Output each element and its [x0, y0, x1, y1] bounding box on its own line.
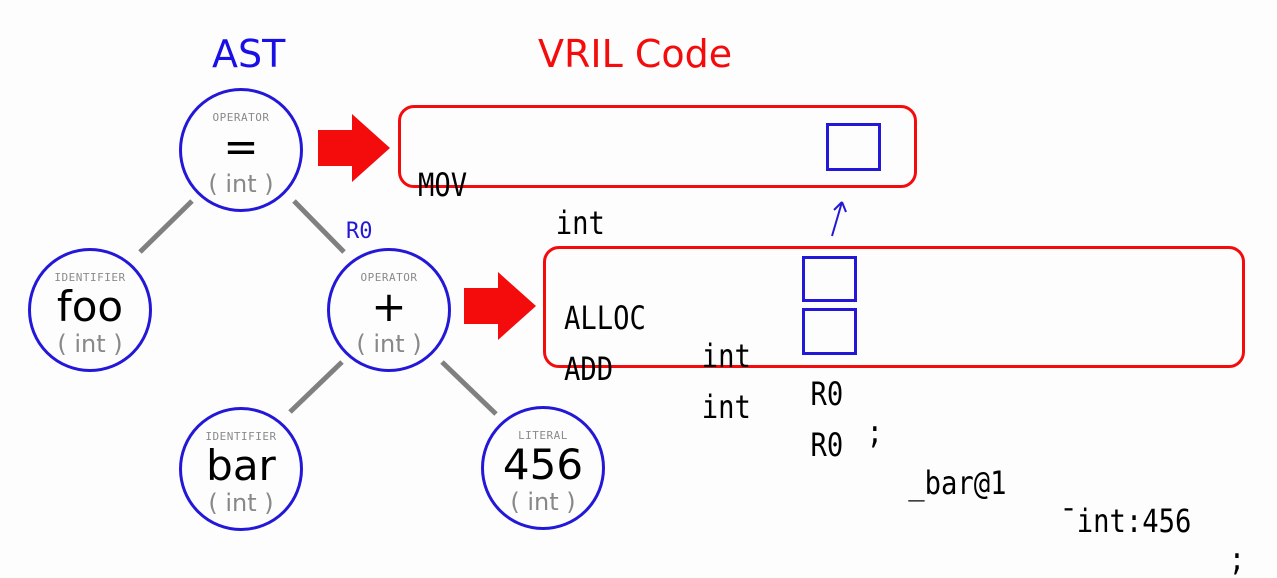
code-block-add: [543, 246, 1245, 368]
code-line-add: ADD int R0 _bar@1 ¯int:456 ;: [564, 312, 1245, 578]
register-annotation: R0: [346, 219, 373, 244]
edge-assign-foo: [138, 199, 194, 254]
type-token: int: [701, 388, 751, 426]
ast-node-bar: IDENTIFIER bar ( int ): [179, 407, 303, 531]
node-label: foo: [56, 282, 124, 331]
node-type: ( int ): [208, 489, 274, 517]
right-arrow-icon: [464, 272, 536, 340]
node-type: ( int ): [57, 330, 123, 358]
edge-plus-bar: [288, 360, 344, 414]
opcode: ADD: [564, 350, 614, 388]
register-highlight-box: [826, 123, 881, 171]
code-line-mov: MOV int _foo@0 R0 ;: [418, 128, 902, 356]
edge-assign-plus: [292, 199, 346, 254]
terminator: ;: [1228, 540, 1246, 578]
operand: _bar@1: [908, 464, 1007, 502]
register-highlight-box: [802, 256, 857, 302]
operand: ¯int:456: [1060, 502, 1192, 540]
edge-plus-literal: [440, 360, 498, 416]
node-type: ( int ): [208, 170, 274, 198]
node-label: bar: [206, 441, 276, 490]
register-token: R0: [810, 375, 844, 413]
opcode: MOV: [418, 166, 468, 204]
node-label: =: [223, 122, 259, 171]
type-token: int: [555, 204, 605, 242]
type-token: int: [701, 337, 751, 375]
register-token: R0: [810, 426, 844, 464]
ast-node-foo: IDENTIFIER foo ( int ): [28, 248, 152, 372]
up-arrow-icon: [831, 201, 847, 237]
terminator: ;: [866, 413, 883, 451]
register-highlight-box: [802, 308, 857, 355]
right-arrow-icon: [318, 114, 390, 182]
ast-node-assign: OPERATOR = ( int ): [179, 88, 303, 212]
